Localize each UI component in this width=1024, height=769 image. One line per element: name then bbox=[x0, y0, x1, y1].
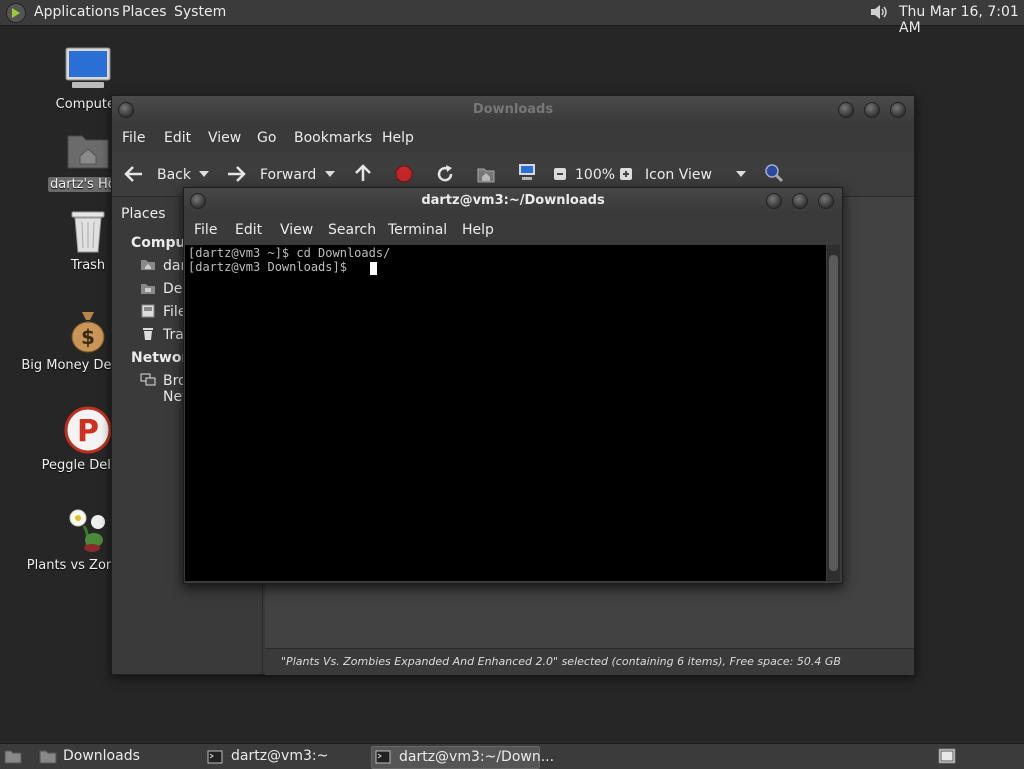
money-bag-icon: $ bbox=[71, 312, 105, 353]
terminal-icon bbox=[207, 750, 223, 764]
home-icon[interactable] bbox=[476, 164, 496, 184]
view-mode-select[interactable]: Icon View bbox=[645, 167, 712, 183]
menu-search[interactable]: Search bbox=[328, 222, 376, 238]
applications-menu[interactable]: Applications bbox=[34, 4, 120, 20]
forward-arrow-icon[interactable] bbox=[226, 164, 246, 184]
taskbar-item-terminal-downloads[interactable]: dartz@vm3:~/Down... bbox=[371, 746, 554, 769]
plants-vs-zombies-icon bbox=[69, 509, 105, 552]
taskbar-item-terminal-home[interactable]: dartz@vm3:~ bbox=[204, 746, 364, 767]
terminal-window: dartz@vm3:~/Downloads File Edit View Sea… bbox=[183, 187, 843, 584]
volume-icon[interactable] bbox=[869, 4, 889, 20]
back-history-chevron-icon[interactable] bbox=[199, 170, 209, 178]
home-icon bbox=[141, 260, 155, 270]
window-title: dartz@vm3:~/Downloads bbox=[421, 193, 605, 208]
menu-view[interactable]: View bbox=[280, 222, 313, 238]
terminal-line: [dartz@vm3 ~]$ cd Downloads/ bbox=[188, 246, 391, 260]
menu-help[interactable]: Help bbox=[382, 130, 414, 146]
sidebar-header[interactable]: Places bbox=[121, 206, 166, 222]
taskbar-item-label: dartz@vm3:~ bbox=[231, 748, 329, 764]
menubar: File Edit View Go Bookmarks Help bbox=[112, 124, 914, 152]
text-cursor bbox=[370, 262, 377, 275]
forward-history-chevron-icon[interactable] bbox=[325, 170, 335, 178]
scrollbar-thumb[interactable] bbox=[829, 255, 838, 571]
distro-logo-icon[interactable] bbox=[6, 3, 26, 23]
titlebar[interactable]: Downloads bbox=[112, 96, 914, 124]
menu-edit[interactable]: Edit bbox=[164, 130, 191, 146]
drive-icon bbox=[141, 304, 155, 318]
back-button[interactable]: Back bbox=[157, 167, 191, 183]
peggle-icon: P bbox=[64, 406, 112, 454]
menu-view[interactable]: View bbox=[208, 130, 241, 146]
terminal-screen[interactable]: [dartz@vm3 ~]$ cd Downloads/ [dartz@vm3 … bbox=[185, 245, 826, 581]
status-text: "Plants Vs. Zombies Expanded And Enhance… bbox=[281, 655, 841, 668]
maximize-button[interactable] bbox=[864, 102, 880, 118]
bottom-panel: Downloads dartz@vm3:~ dartz@vm3:~/Down..… bbox=[0, 743, 1024, 769]
zoom-in-icon[interactable] bbox=[619, 167, 633, 181]
taskbar-item-label: Downloads bbox=[63, 748, 140, 764]
clock[interactable]: Thu Mar 16, 7:01 AM bbox=[899, 4, 1024, 36]
svg-text:P: P bbox=[77, 414, 99, 449]
menu-help[interactable]: Help bbox=[462, 222, 494, 238]
computer-icon[interactable] bbox=[517, 162, 537, 182]
trash-icon bbox=[71, 211, 105, 253]
maximize-button[interactable] bbox=[792, 193, 808, 209]
menu-edit[interactable]: Edit bbox=[235, 222, 262, 238]
zoom-level: 100% bbox=[575, 167, 616, 183]
view-mode-chevron-icon[interactable] bbox=[736, 170, 746, 178]
folder-icon bbox=[39, 750, 57, 764]
stop-icon[interactable] bbox=[394, 164, 414, 184]
search-icon[interactable] bbox=[764, 163, 784, 183]
top-panel: Applications Places System Thu Mar 16, 7… bbox=[0, 0, 1024, 36]
home-folder-icon bbox=[67, 135, 109, 169]
terminal-line: [dartz@vm3 Downloads]$ bbox=[188, 260, 355, 274]
network-icon bbox=[140, 373, 156, 386]
minimize-button[interactable] bbox=[766, 193, 782, 209]
terminal-icon bbox=[375, 750, 391, 764]
reload-icon[interactable] bbox=[435, 164, 455, 184]
places-menu[interactable]: Places bbox=[122, 4, 167, 20]
workspace-switcher-icon[interactable] bbox=[938, 748, 956, 764]
window-title: Downloads bbox=[472, 102, 554, 117]
minimize-button[interactable] bbox=[838, 102, 854, 118]
menu-bookmarks[interactable]: Bookmarks bbox=[294, 130, 372, 146]
up-arrow-icon[interactable] bbox=[353, 163, 373, 183]
menu-terminal[interactable]: Terminal bbox=[388, 222, 447, 238]
computer-icon bbox=[65, 47, 111, 88]
trash-icon bbox=[143, 328, 153, 340]
back-arrow-icon[interactable] bbox=[124, 164, 144, 184]
svg-text:$: $ bbox=[81, 325, 95, 349]
taskbar-item-label: dartz@vm3:~/Down... bbox=[399, 749, 555, 765]
menu-go[interactable]: Go bbox=[257, 130, 276, 146]
menu-file[interactable]: File bbox=[122, 130, 145, 146]
forward-button[interactable]: Forward bbox=[260, 167, 316, 183]
system-menu[interactable]: System bbox=[174, 4, 226, 20]
menubar: File Edit View Search Terminal Help bbox=[184, 214, 842, 244]
show-desktop-icon[interactable] bbox=[4, 748, 22, 764]
statusbar: "Plants Vs. Zombies Expanded And Enhance… bbox=[265, 648, 914, 675]
close-button[interactable] bbox=[890, 102, 906, 118]
menu-file[interactable]: File bbox=[194, 222, 217, 238]
close-button[interactable] bbox=[818, 193, 834, 209]
zoom-out-icon[interactable] bbox=[553, 167, 567, 181]
titlebar[interactable]: dartz@vm3:~/Downloads bbox=[184, 188, 842, 214]
scrollbar[interactable] bbox=[827, 245, 840, 581]
desktop-folder-icon bbox=[141, 284, 155, 294]
taskbar-item-downloads[interactable]: Downloads bbox=[36, 746, 196, 767]
